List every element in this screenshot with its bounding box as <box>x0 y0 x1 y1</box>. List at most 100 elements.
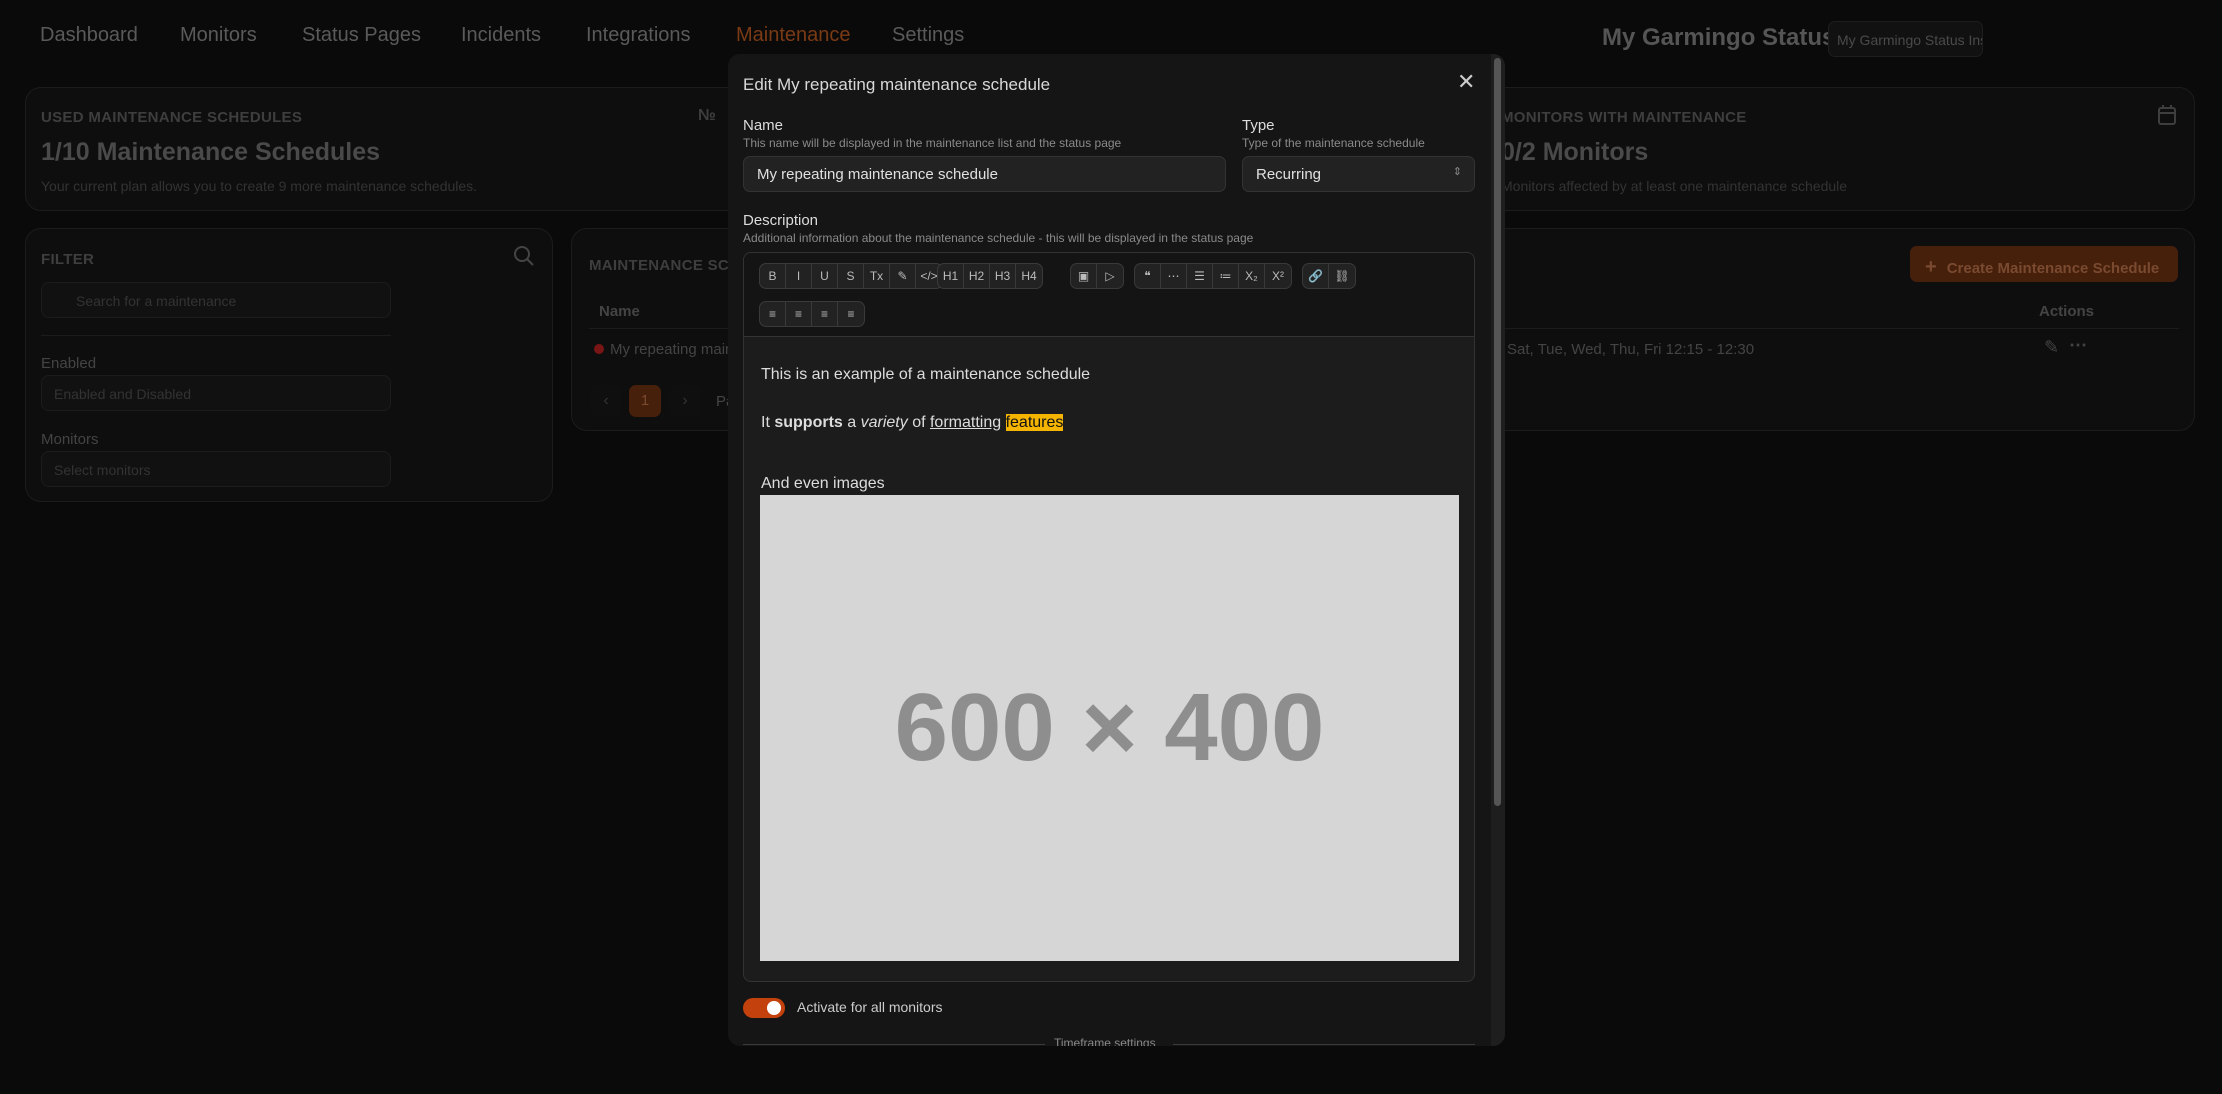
divider <box>41 335 391 336</box>
toolbar-group: 🔗 ⛓ <box>1302 263 1356 289</box>
nav-monitors[interactable]: Monitors <box>180 24 257 47</box>
h1-button[interactable]: H1 <box>938 264 964 288</box>
status-dot <box>594 344 604 354</box>
name-input[interactable]: My repeating maintenance schedule <box>743 156 1226 192</box>
subscript-button[interactable]: X₂ <box>1239 264 1265 288</box>
stat-sub: Your current plan allows you to create 9… <box>41 178 478 194</box>
strikethrough-button[interactable]: S <box>838 264 864 288</box>
create-label: Create Maintenance Schedule <box>1946 260 2160 277</box>
monitors-select[interactable]: Select monitors <box>41 451 391 487</box>
activate-all-label: Activate for all monitors <box>797 999 943 1015</box>
video-button[interactable]: ▷ <box>1097 264 1123 288</box>
type-select[interactable]: Recurring ⇕ <box>1242 156 1475 192</box>
name-value: My repeating maintenance schedule <box>757 166 998 183</box>
calendar-icon <box>2158 105 2176 125</box>
underlined-text: formatting <box>929 414 1002 431</box>
underline-button[interactable]: U <box>812 264 838 288</box>
nav-status-pages[interactable]: Status Pages <box>302 24 421 47</box>
type-label: Type <box>1242 117 1275 134</box>
unlink-button[interactable]: ⛓ <box>1329 264 1355 288</box>
text: of <box>912 414 926 431</box>
search-placeholder: Search for a maintenance <box>76 293 237 309</box>
more-icon[interactable]: ⋯ <box>2069 335 2087 356</box>
search-icon[interactable] <box>513 245 535 267</box>
bold-text: supports <box>774 414 843 431</box>
h3-button[interactable]: H3 <box>990 264 1016 288</box>
highlight-button[interactable]: ✎ <box>890 264 916 288</box>
description-label: Description <box>743 212 819 229</box>
ordered-list-button[interactable]: ≔ <box>1213 264 1239 288</box>
bullet-list-button[interactable]: ☰ <box>1187 264 1213 288</box>
number-icon: № <box>698 107 717 124</box>
blockquote-button[interactable]: ❝ <box>1135 264 1161 288</box>
italic-button[interactable]: I <box>786 264 812 288</box>
nav-integrations[interactable]: Integrations <box>586 24 691 47</box>
row-schedule: Sat, Tue, Wed, Thu, Fri 12:15 - 12:30 <box>1507 341 1755 358</box>
align-left-button[interactable]: ≡ <box>760 302 786 326</box>
text: It <box>761 414 770 431</box>
filter-card: FILTER Search for a maintenance Enabled … <box>25 228 553 502</box>
rich-text-editor[interactable]: B I U S Tx ✎ </> H1 H2 H3 H4 ▣ ▷ ❝ ⋯ ☰ ≔ X₂ X² 🔗 ⛓ ≡ ≡ ≡ ≡ This … <box>743 252 1475 982</box>
plus-icon: + <box>1925 256 1937 278</box>
h2-button[interactable]: H2 <box>964 264 990 288</box>
activate-all-toggle[interactable] <box>743 998 785 1018</box>
timeframe-section-title: Timeframe settings <box>1054 1036 1156 1046</box>
toolbar-group: ❝ ⋯ ☰ ≔ X₂ X² <box>1134 263 1292 289</box>
name-label: Name <box>743 117 784 134</box>
prev-page-button[interactable]: ‹ <box>590 385 622 417</box>
superscript-button[interactable]: X² <box>1265 264 1291 288</box>
type-value: Recurring <box>1256 166 1322 183</box>
nav-incidents[interactable]: Incidents <box>461 24 541 47</box>
toolbar-group: ▣ ▷ <box>1070 263 1124 289</box>
enabled-label: Enabled <box>41 355 97 372</box>
scrollbar-thumb[interactable] <box>1494 58 1501 806</box>
nav-settings[interactable]: Settings <box>892 24 964 47</box>
clear-format-button[interactable]: Tx <box>864 264 890 288</box>
stat-value: 0/2 Monitors <box>1501 138 1649 166</box>
bold-button[interactable]: B <box>760 264 786 288</box>
page-1-button[interactable]: 1 <box>629 385 661 417</box>
toolbar-group: H1 H2 H3 H4 <box>937 263 1043 289</box>
stat-label: MONITORS WITH MAINTENANCE <box>1501 109 1747 126</box>
installation-select-value: My Garmingo Status Install <box>1837 32 1982 48</box>
align-justify-button[interactable]: ≡ <box>812 302 838 326</box>
next-page-button[interactable]: › <box>669 385 701 417</box>
edit-icon[interactable]: ✎ <box>2044 337 2059 358</box>
toolbar-group: B I U S Tx ✎ </> <box>759 263 943 289</box>
nav-dashboard[interactable]: Dashboard <box>40 24 138 47</box>
text: a <box>847 414 857 431</box>
name-hint: This name will be displayed in the maint… <box>743 136 1122 150</box>
enabled-value: Enabled and Disabled <box>54 386 191 402</box>
stat-value: 1/10 Maintenance Schedules <box>41 138 381 166</box>
close-icon[interactable]: ✕ <box>1457 69 1475 95</box>
monitors-placeholder: Select monitors <box>54 462 151 478</box>
align-center-button[interactable]: ≡ <box>786 302 812 326</box>
divider <box>1173 1044 1475 1045</box>
installation-select[interactable]: My Garmingo Status Install <box>1828 21 1983 57</box>
divider <box>743 1044 1045 1045</box>
italic-text: variety <box>860 414 908 431</box>
toggle-knob <box>767 1001 781 1015</box>
content-line-2: It supports a variety of formatting feat… <box>761 414 1064 432</box>
modal-title: Edit My repeating maintenance schedule <box>743 75 1051 94</box>
nav-maintenance[interactable]: Maintenance <box>736 24 851 47</box>
content-line-3: And even images <box>761 475 885 492</box>
stat-sub: Monitors affected by at least one mainte… <box>1501 178 1848 194</box>
enabled-select[interactable]: Enabled and Disabled <box>41 375 391 411</box>
modal-scrollbar[interactable] <box>1491 54 1505 1046</box>
link-button[interactable]: 🔗 <box>1303 264 1329 288</box>
column-name: Name <box>599 303 640 320</box>
content-line-1: This is an example of a maintenance sche… <box>761 366 1091 383</box>
placeholder-image: 600 × 400 <box>760 495 1459 961</box>
align-right-button[interactable]: ≡ <box>838 302 864 326</box>
toolbar-group: ≡ ≡ ≡ ≡ <box>759 301 865 327</box>
search-input[interactable]: Search for a maintenance <box>41 282 391 318</box>
image-button[interactable]: ▣ <box>1071 264 1097 288</box>
edit-maintenance-modal: Edit My repeating maintenance schedule ✕… <box>728 54 1505 1046</box>
chevron-updown-icon: ⇕ <box>1452 166 1462 178</box>
filter-title: FILTER <box>41 251 95 268</box>
create-maintenance-button[interactable]: + Create Maintenance Schedule <box>1910 246 2178 282</box>
h4-button[interactable]: H4 <box>1016 264 1042 288</box>
highlighted-text: features <box>1005 414 1064 431</box>
horizontal-rule-button[interactable]: ⋯ <box>1161 264 1187 288</box>
